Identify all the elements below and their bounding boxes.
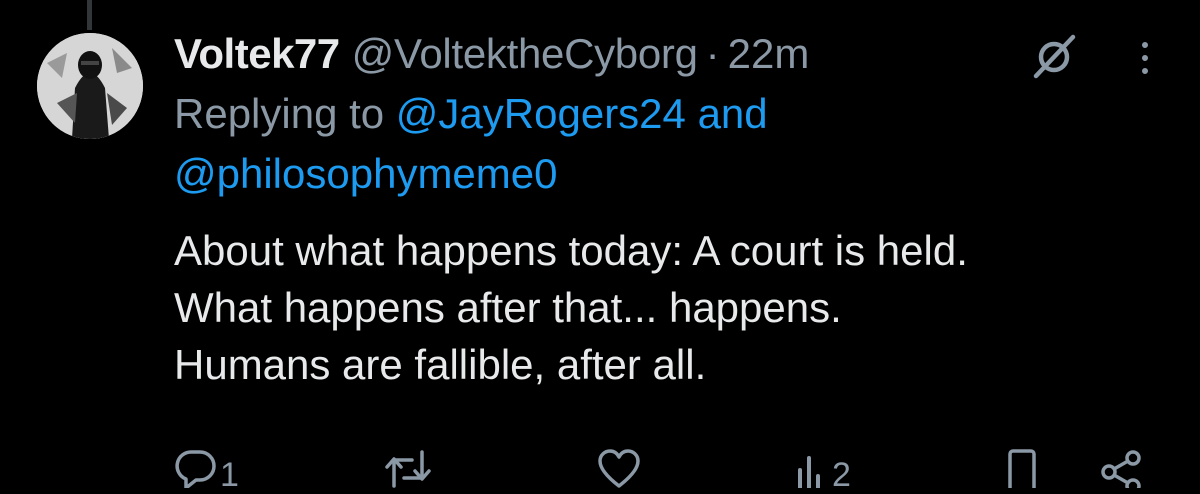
avatar[interactable]: [37, 33, 143, 139]
reply-count: 1: [220, 456, 239, 494]
thread-connector-line: [87, 0, 92, 30]
avatar-image: [37, 33, 143, 139]
share-icon: [1101, 450, 1141, 488]
tweet-text-line: What happens after that... happens.: [174, 284, 842, 331]
retweet-icon: [385, 450, 431, 488]
heart-icon: [598, 449, 640, 488]
bookmark-icon: [1008, 449, 1036, 488]
replying-and[interactable]: and: [698, 90, 768, 137]
tweet-actions-bar: 1 2: [174, 448, 1164, 492]
views-icon: [798, 456, 820, 488]
reply-button[interactable]: 1: [174, 448, 239, 492]
like-button[interactable]: [596, 448, 644, 488]
grok-icon[interactable]: [1029, 32, 1079, 82]
separator-dot: ·: [705, 30, 720, 77]
timestamp[interactable]: 22m: [728, 24, 810, 84]
bookmark-button[interactable]: [1004, 448, 1040, 488]
mention-jayrogers24[interactable]: @JayRogers24: [396, 90, 686, 137]
retweet-button[interactable]: [384, 448, 434, 488]
user-handle[interactable]: @VoltektheCyborg: [352, 24, 698, 84]
tweet-header: Voltek77 @VoltektheCyborg · 22m: [174, 24, 1164, 84]
tweet-body: Voltek77 @VoltektheCyborg · 22m Replying…: [174, 24, 1164, 393]
replying-prefix: Replying to: [174, 90, 385, 137]
display-name[interactable]: Voltek77: [174, 24, 340, 84]
tweet-text-line: About what happens today: A court is hel…: [174, 227, 968, 274]
share-button[interactable]: [1099, 448, 1143, 488]
mention-philosophymeme0[interactable]: @philosophymeme0: [174, 150, 558, 197]
replying-to-line: Replying to @JayRogers24 and @philosophy…: [174, 84, 1164, 204]
views-count: 2: [832, 456, 851, 494]
reply-icon: [175, 450, 216, 488]
views-button[interactable]: 2: [794, 448, 851, 492]
more-dots-icon[interactable]: [1134, 38, 1156, 78]
tweet-text-line: Humans are fallible, after all.: [174, 341, 707, 388]
tweet-text: About what happens today: A court is hel…: [174, 222, 1164, 393]
